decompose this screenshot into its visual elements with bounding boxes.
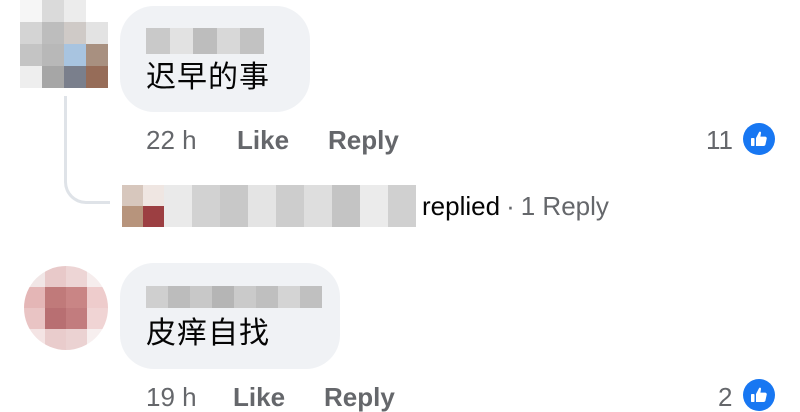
thumbs-up-icon xyxy=(743,379,775,411)
thread-connector-line xyxy=(64,96,110,204)
like-button[interactable]: Like xyxy=(237,125,289,155)
reply-button[interactable]: Reply xyxy=(328,125,399,155)
separator-dot: · xyxy=(506,191,515,221)
reaction-count[interactable]: 11 xyxy=(706,125,733,155)
reply-button[interactable]: Reply xyxy=(324,382,395,412)
reply-summary-action: replied xyxy=(422,191,501,221)
commenter-name-redacted[interactable] xyxy=(146,286,322,308)
reply-summary[interactable]: replied · 1 Reply xyxy=(422,191,609,221)
comment-timestamp[interactable]: 19 h xyxy=(146,382,197,412)
reaction-count[interactable]: 2 xyxy=(718,382,732,412)
comment-text: 皮痒自找 xyxy=(146,316,270,351)
avatar[interactable] xyxy=(20,0,108,88)
avatar[interactable] xyxy=(24,266,108,350)
commenter-name-redacted[interactable] xyxy=(146,28,264,54)
view-replies-link[interactable]: 1 Reply xyxy=(521,191,609,221)
comment-text: 迟早的事 xyxy=(146,60,270,95)
thumbs-up-icon xyxy=(743,123,775,155)
comment-timestamp[interactable]: 22 h xyxy=(146,125,197,155)
like-button[interactable]: Like xyxy=(233,382,285,412)
replier-name-redacted[interactable] xyxy=(164,185,416,227)
comment-bubble xyxy=(120,6,310,112)
avatar[interactable] xyxy=(122,185,164,227)
